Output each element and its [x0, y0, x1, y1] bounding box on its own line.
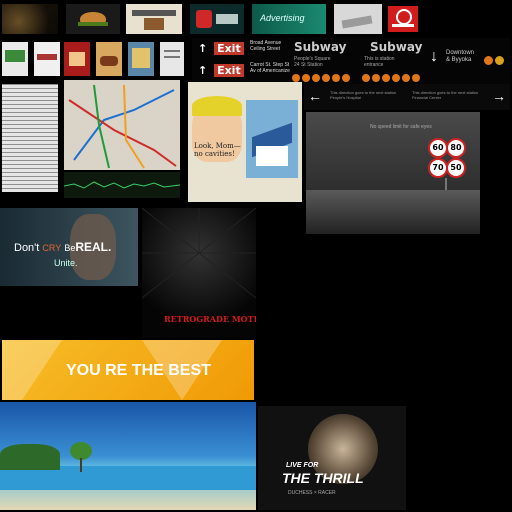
thumb-dark-interior[interactable]	[2, 4, 58, 34]
thumb-red-product[interactable]	[190, 4, 244, 34]
speed-sign-group: 60 80 70 50	[428, 138, 466, 178]
exit-street-1: Broad Avenue Ceiling Street	[250, 40, 282, 52]
best-text: YOU RE THE BEST	[66, 362, 211, 379]
fog-caption: No speed limit for safe eyes	[370, 124, 432, 130]
thumb-light-gray-ad[interactable]	[334, 4, 382, 34]
speed-sign-50: 50	[446, 158, 466, 178]
thrill-main: THE THRILL	[282, 470, 364, 486]
thumb-burger-ad[interactable]	[66, 4, 120, 34]
thrill-top: LIVE FOR	[286, 462, 319, 469]
ad-retrograde-motion-poster[interactable]: RETROGRADE MOTION	[142, 208, 256, 338]
thumb-waveform[interactable]	[64, 172, 180, 198]
thumb-magazine-ad[interactable]	[126, 4, 182, 34]
burst-lines	[142, 208, 256, 299]
exit-street-2: Carrot St. Step St Av of Americanize	[250, 62, 290, 74]
thumb-poster[interactable]	[128, 42, 154, 76]
unite-line-1: Don't CRY BeREAL.	[14, 240, 112, 254]
thumb-green-print[interactable]	[2, 42, 28, 76]
thumb-timetable[interactable]	[2, 84, 58, 192]
ad-foggy-road[interactable]: No speed limit for safe eyes 60 80 70 50	[306, 112, 480, 234]
arrow-down-icon: ↓	[430, 48, 438, 65]
ad-unite[interactable]: Don't CRY BeREAL. Unite.	[0, 208, 138, 286]
subway-sign-1-sub: People's Square 24 St Station	[294, 56, 331, 68]
arrow-left-icon: ←	[308, 88, 322, 104]
subway-sign-1-title: Subway	[294, 40, 347, 54]
nav-left-text: This direction goes to the next station …	[330, 90, 397, 100]
thumb-red-sign[interactable]	[388, 6, 418, 32]
subway-sign-2-sub: This is station entrance	[364, 56, 395, 68]
thumb-advertising-banner[interactable]: Advertising	[252, 4, 326, 34]
unite-line-2: Unite.	[54, 258, 78, 268]
nav-right-text: This direction goes to the next station …	[412, 90, 479, 100]
photo-beach[interactable]	[0, 402, 256, 510]
thumb-white-sheet[interactable]	[160, 42, 184, 76]
line-badges	[484, 52, 506, 70]
poster-title: RETROGRADE MOTION	[164, 314, 256, 324]
advertising-title: Advertising	[260, 13, 305, 23]
arrow-up-icon: ↑	[198, 42, 208, 55]
vintage-quote: Look, Mom— no cavities!	[194, 142, 241, 158]
destination-label: Downtown & Byyoka	[446, 50, 475, 63]
speed-sign-80: 80	[446, 138, 466, 158]
map-lines	[68, 84, 177, 169]
thumb-red-magazine[interactable]	[64, 42, 90, 76]
speed-sign-70: 70	[428, 158, 448, 178]
arrow-right-icon: →	[492, 88, 506, 104]
thrill-brand: DUCHESS × RACER	[288, 490, 336, 496]
arrow-up-icon: ↑	[198, 64, 208, 77]
banner-you-re-the-best[interactable]: YOU RE THE BEST	[2, 340, 254, 400]
thumb-food-ad[interactable]	[96, 42, 122, 76]
waveform-graphic	[64, 181, 180, 189]
direction-nav-bar[interactable]: ← This direction goes to the next statio…	[304, 84, 510, 110]
ad-vintage-toothpaste[interactable]: Look, Mom— no cavities!	[188, 82, 302, 202]
ad-live-for-the-thrill[interactable]: LIVE FOR THE THRILL DUCHESS × RACER	[258, 406, 406, 510]
exit-sign-1: ↑ Exit	[198, 42, 244, 55]
subway-sign-2-title: Subway	[370, 40, 423, 54]
exit-sign-2: ↑ Exit	[198, 64, 244, 77]
thumb-document[interactable]	[34, 42, 60, 76]
subway-signage-panel[interactable]: ↑ Exit Broad Avenue Ceiling Street ↑ Exi…	[192, 38, 510, 86]
thumb-subway-map[interactable]	[64, 80, 180, 170]
speed-sign-60: 60	[428, 138, 448, 158]
